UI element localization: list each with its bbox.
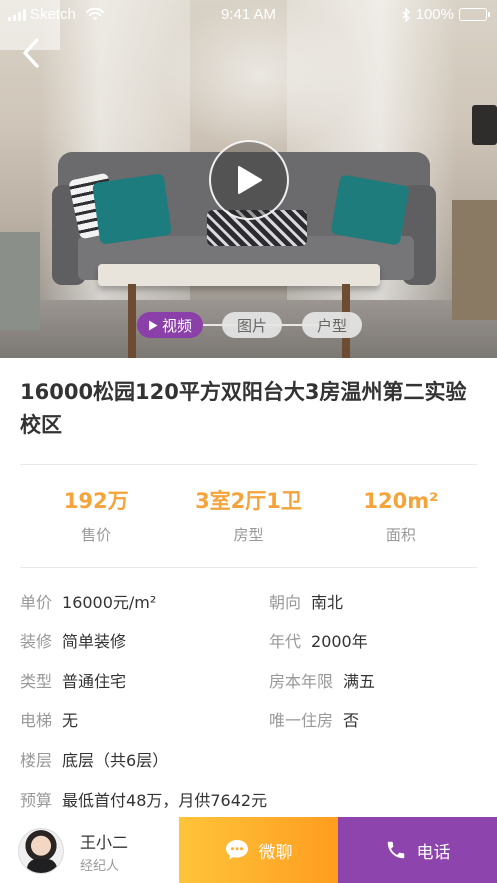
wechat-chat-button[interactable]: 微聊 <box>179 817 338 883</box>
detail-value: 否 <box>343 711 360 730</box>
stat-layout: 3室2厅1卫 房型 <box>172 484 324 554</box>
battery-icon <box>459 8 490 21</box>
status-right: 100% <box>402 6 490 23</box>
stat-layout-label: 房型 <box>233 526 264 544</box>
tab-floorplan-label: 户型 <box>316 316 347 335</box>
detail-only-home: 唯一住房否 <box>269 702 359 740</box>
detail-value: 底层（共6层） <box>62 751 169 770</box>
agent-name: 王小二 <box>80 833 129 852</box>
detail-orientation: 朝向 南北 <box>269 584 343 622</box>
detail-year: 年代 2000年 <box>269 623 368 661</box>
bluetooth-icon <box>402 7 410 22</box>
detail-key: 电梯 <box>20 711 53 730</box>
stat-price-label: 售价 <box>81 526 112 544</box>
detail-key: 类型 <box>20 672 53 691</box>
detail-key: 楼层 <box>20 751 53 770</box>
detail-key: 唯一住房 <box>269 711 334 730</box>
detail-unit-price: 单价 16000元/m² <box>20 584 156 622</box>
divider <box>20 464 477 465</box>
detail-budget: 预算 最低首付48万，月供7642元 <box>20 782 267 820</box>
tab-video-label: 视频 <box>161 316 192 335</box>
detail-elevator: 电梯无 <box>20 702 78 740</box>
key-stats: 192万 售价 3室2厅1卫 房型 120m² 面积 <box>20 484 477 554</box>
detail-key: 装修 <box>20 632 53 651</box>
media-tabs: 视频 图片 户型 <box>137 312 363 338</box>
phone-call-label: 电话 <box>416 842 451 863</box>
divider <box>20 567 477 568</box>
back-button[interactable] <box>14 36 48 70</box>
tab-video[interactable]: 视频 <box>137 312 203 338</box>
phone-icon <box>387 841 404 859</box>
detail-value: 无 <box>62 711 79 730</box>
detail-floor: 楼层 底层（共6层） <box>20 742 168 780</box>
detail-key: 年代 <box>269 632 302 651</box>
stat-area-value: 120m² <box>363 489 439 513</box>
tab-photos-label: 图片 <box>236 316 267 335</box>
detail-decoration: 装修 简单装修 <box>20 623 126 661</box>
chevron-left-icon <box>23 38 39 68</box>
battery-percent: 100% <box>415 6 454 23</box>
detail-value: 简单装修 <box>62 632 127 651</box>
detail-value: 满五 <box>343 672 376 691</box>
phone-call-button[interactable]: 电话 <box>338 817 497 883</box>
hero-media[interactable]: Sketch 9:41 AM 100% 视频 图片 户型 <box>0 0 497 358</box>
detail-key: 单价 <box>20 593 53 612</box>
detail-key: 朝向 <box>269 593 302 612</box>
detail-key: 房本年限 <box>269 672 334 691</box>
chat-bubble-icon <box>225 840 248 860</box>
status-bar: Sketch 9:41 AM 100% <box>0 0 497 30</box>
detail-value: 16000元/m² <box>62 593 157 612</box>
listing-title: 16000松园120平方双阳台大3房温州第二实验校区 <box>20 380 467 437</box>
agent-card[interactable]: 王小二 经纪人 <box>0 817 179 883</box>
stat-layout-value: 3室2厅1卫 <box>195 489 302 513</box>
play-small-icon <box>148 320 158 330</box>
detail-type: 类型 普通住宅 <box>20 663 126 701</box>
agent-role: 经纪人 <box>80 859 120 874</box>
tab-floorplan[interactable]: 户型 <box>302 312 362 338</box>
detail-value: 南北 <box>311 593 344 612</box>
wechat-chat-label: 微聊 <box>258 842 293 863</box>
avatar <box>18 828 64 874</box>
stat-price: 192万 售价 <box>20 484 172 554</box>
stat-area: 120m² 面积 <box>325 484 477 554</box>
bottom-action-bar: 王小二 经纪人 微聊 电话 <box>0 817 497 883</box>
detail-value: 普通住宅 <box>62 672 127 691</box>
play-icon <box>238 166 262 194</box>
detail-key: 预算 <box>20 791 53 810</box>
stat-price-value: 192万 <box>63 489 129 513</box>
detail-deed-years: 房本年限 满五 <box>269 663 375 701</box>
play-video-button[interactable] <box>209 140 289 220</box>
tab-photos[interactable]: 图片 <box>222 312 282 338</box>
detail-value: 2000年 <box>311 632 368 651</box>
detail-value: 最低首付48万，月供7642元 <box>62 791 268 810</box>
stat-area-label: 面积 <box>385 526 416 544</box>
